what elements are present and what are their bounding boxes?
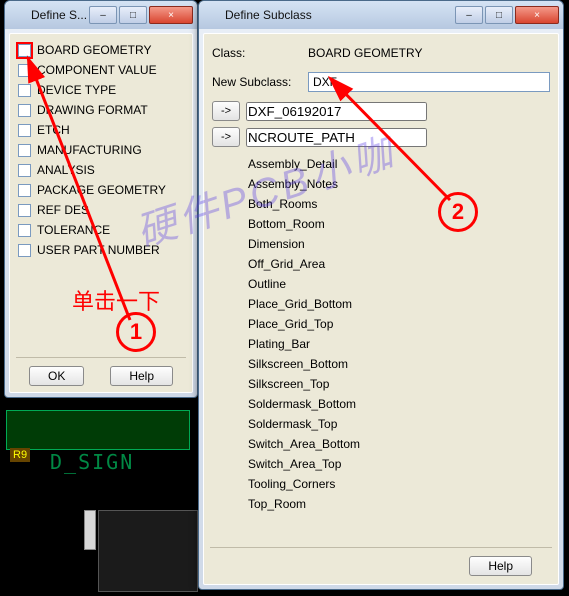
help-button[interactable]: Help [110,366,173,386]
define-subclass-detail-window: Define Subclass – □ × Class: BOARD GEOME… [198,0,564,590]
world-view-pane[interactable] [98,510,198,592]
class-item-label: COMPONENT VALUE [37,63,157,77]
close-button[interactable]: × [515,6,559,24]
checkbox-icon[interactable] [18,244,31,257]
subclass-list: Assembly_Detail Assembly_Notes Both_Room… [246,154,552,543]
window-title: Define Subclass [225,8,455,22]
minimize-button[interactable]: – [89,6,117,24]
goto-arrow-button[interactable]: -> [212,101,240,121]
minimize-button[interactable]: – [455,6,483,24]
help-button[interactable]: Help [469,556,532,576]
world-view-toggle[interactable] [84,510,96,550]
class-item-label: TOLERANCE [37,223,110,237]
checkbox-icon[interactable] [18,224,31,237]
subclass-item[interactable]: Soldermask_Bottom [246,394,552,414]
checkbox-icon[interactable] [18,124,31,137]
app-icon [9,7,25,23]
checkbox-icon[interactable] [18,164,31,177]
subclass-item[interactable]: Top_Room [246,494,552,514]
class-item-board-geometry[interactable]: BOARD GEOMETRY [16,40,186,60]
class-item-label: REF DES [37,203,89,217]
subclass-item[interactable]: Off_Grid_Area [246,254,552,274]
titlebar[interactable]: Define S... – □ × [5,1,197,29]
subclass-item[interactable]: Silkscreen_Top [246,374,552,394]
class-item-component-value[interactable]: COMPONENT VALUE [16,60,186,80]
subclass-item[interactable]: Dimension [246,234,552,254]
checkbox-icon[interactable] [18,144,31,157]
class-item-label: BOARD GEOMETRY [37,43,151,57]
class-item-drawing-format[interactable]: DRAWING FORMAT [16,100,186,120]
checkbox-icon[interactable] [18,64,31,77]
subclass-item[interactable]: Silkscreen_Bottom [246,354,552,374]
class-item-etch[interactable]: ETCH [16,120,186,140]
maximize-button[interactable]: □ [485,6,513,24]
subclass-item[interactable]: Plating_Bar [246,334,552,354]
subclass-item[interactable]: Place_Grid_Bottom [246,294,552,314]
class-value: BOARD GEOMETRY [308,46,550,60]
pcb-ref-r9: R9 [10,448,30,462]
checkbox-icon[interactable] [18,184,31,197]
checkbox-icon[interactable] [18,104,31,117]
class-item-label: PACKAGE GEOMETRY [37,183,166,197]
existing-subclass-field-1[interactable] [246,102,427,121]
subclass-item[interactable]: Soldermask_Top [246,414,552,434]
app-icon [203,7,219,23]
checkbox-icon[interactable] [18,84,31,97]
class-item-manufacturing[interactable]: MANUFACTURING [16,140,186,160]
subclass-item[interactable]: Switch_Area_Top [246,454,552,474]
class-item-label: DEVICE TYPE [37,83,116,97]
subclass-item[interactable]: Place_Grid_Top [246,314,552,334]
class-item-label: ANALYSIS [37,163,95,177]
class-item-label: MANUFACTURING [37,143,142,157]
class-label: Class: [212,46,308,60]
subclass-item[interactable]: Outline [246,274,552,294]
pcb-trace-area [6,410,190,450]
pcb-net-label: D_SIGN [50,450,134,474]
subclass-item[interactable]: Switch_Area_Bottom [246,434,552,454]
class-item-label: DRAWING FORMAT [37,103,148,117]
new-subclass-label: New Subclass: [212,75,308,89]
subclass-item[interactable]: Bottom_Room [246,214,552,234]
subclass-item[interactable]: Tooling_Corners [246,474,552,494]
class-item-label: ETCH [37,123,70,137]
class-item-analysis[interactable]: ANALYSIS [16,160,186,180]
checkbox-icon[interactable] [18,44,31,57]
ok-button[interactable]: OK [29,366,84,386]
titlebar[interactable]: Define Subclass – □ × [199,1,563,29]
new-subclass-input[interactable] [308,72,550,92]
goto-arrow-button[interactable]: -> [212,127,240,147]
checkbox-icon[interactable] [18,204,31,217]
close-button[interactable]: × [149,6,193,24]
class-item-device-type[interactable]: DEVICE TYPE [16,80,186,100]
window-title: Define S... [31,8,89,22]
maximize-button[interactable]: □ [119,6,147,24]
